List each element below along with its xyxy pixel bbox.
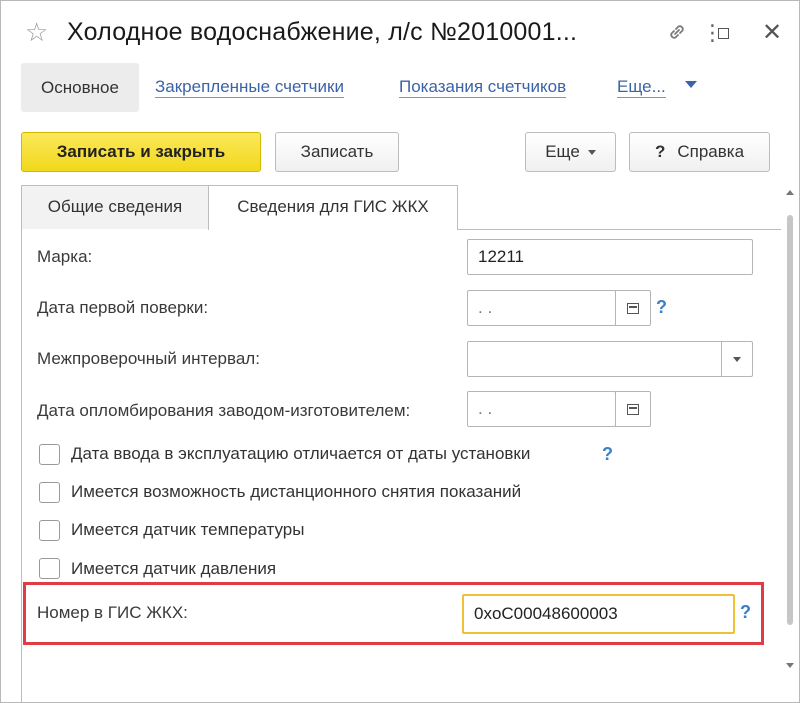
help-icon: ? [654, 142, 666, 161]
maximize-icon[interactable] [711, 21, 735, 45]
more-menu-label: Еще [545, 142, 580, 161]
scrollbar-thumb[interactable] [787, 215, 793, 625]
close-icon[interactable]: ✕ [760, 21, 784, 45]
scroll-down-icon[interactable] [786, 663, 794, 668]
tab-panel-border-top [458, 229, 781, 230]
nav-link-attached-meters[interactable]: Закрепленные счетчики [155, 77, 344, 98]
more-menu-button[interactable]: Еще [525, 132, 616, 172]
help-icon[interactable]: ? [740, 602, 751, 623]
checkbox-label: Имеется возможность дистанционного сняти… [71, 482, 522, 501]
nav-main[interactable]: Основное [21, 63, 139, 112]
tab-bar: Общие сведения Сведения для ГИС ЖКХ [21, 185, 781, 230]
form-navigation: Основное Закрепленные счетчики Показания… [21, 63, 781, 115]
window-title: Холодное водоснабжение, л/с №2010001... [67, 18, 578, 46]
checkbox-temperature-sensor[interactable] [39, 520, 60, 541]
save-button[interactable]: Записать [275, 132, 399, 172]
checkbox-label: Имеется датчик температуры [71, 520, 305, 539]
gis-number-field[interactable]: 0xoC00048600003 [462, 594, 735, 634]
interval-label: Межпроверочный интервал: [37, 349, 260, 368]
brand-field[interactable]: 12211 [467, 239, 753, 275]
tab-gis-info[interactable]: Сведения для ГИС ЖКХ [208, 185, 458, 230]
calendar-icon[interactable] [615, 290, 651, 326]
checkbox-commissioning-date-differs[interactable] [39, 444, 60, 465]
title-bar: ☆ Холодное водоснабжение, л/с №2010001..… [1, 1, 799, 63]
chevron-down-icon[interactable] [685, 81, 697, 88]
tab-general-info[interactable]: Общие сведения [21, 185, 208, 229]
help-button[interactable]: ? Справка [629, 132, 770, 172]
help-icon[interactable]: ? [602, 444, 613, 465]
checkbox-label: Имеется датчик давления [71, 559, 277, 578]
gis-number-label: Номер в ГИС ЖКХ: [37, 603, 188, 622]
chevron-down-icon[interactable] [721, 341, 753, 377]
calendar-icon[interactable] [615, 391, 651, 427]
star-icon[interactable]: ☆ [25, 19, 48, 45]
vertical-scrollbar[interactable] [782, 185, 798, 703]
brand-label: Марка: [37, 247, 93, 266]
help-icon[interactable]: ? [656, 297, 667, 318]
checkbox-label: Дата ввода в эксплуатацию отличается от … [71, 444, 531, 463]
seal-date-field[interactable]: . . [467, 391, 616, 427]
checkbox-remote-reading[interactable] [39, 482, 60, 503]
chevron-down-icon [587, 150, 596, 156]
scroll-up-icon[interactable] [786, 190, 794, 195]
document-window: ☆ Холодное водоснабжение, л/с №2010001..… [0, 0, 800, 703]
seal-date-label: Дата опломбирования заводом-изготовителе… [37, 401, 411, 420]
save-and-close-button[interactable]: Записать и закрыть [21, 132, 261, 172]
interval-select[interactable] [467, 341, 725, 377]
link-icon[interactable] [665, 21, 689, 45]
help-label: Справка [677, 142, 745, 161]
nav-link-more[interactable]: Еще... [617, 77, 666, 98]
nav-link-meter-readings[interactable]: Показания счетчиков [399, 77, 567, 98]
tab-panel-border [21, 229, 22, 703]
first-check-date-field[interactable]: . . [467, 290, 616, 326]
first-check-date-label: Дата первой поверки: [37, 298, 209, 317]
checkbox-pressure-sensor[interactable] [39, 558, 60, 579]
